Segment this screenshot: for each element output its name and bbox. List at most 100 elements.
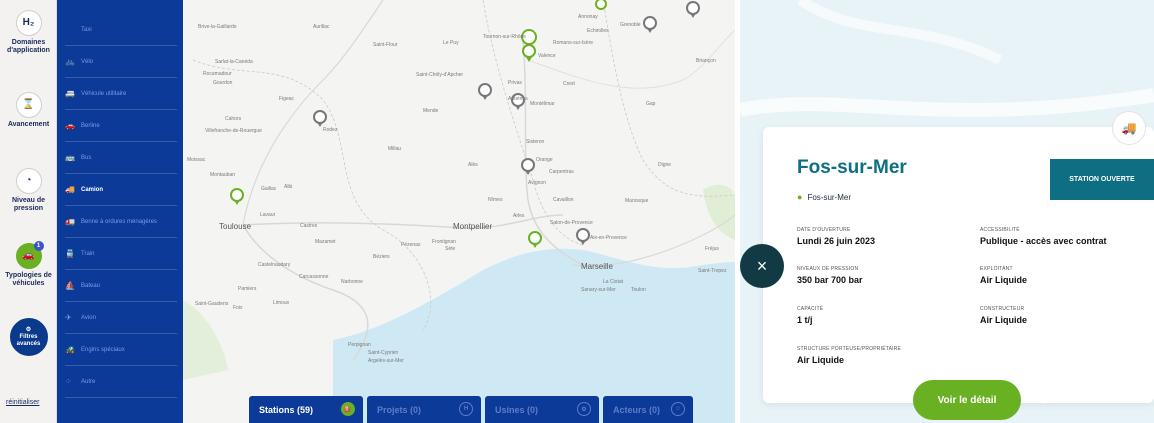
hydrogen-icon: H <box>459 402 473 416</box>
menu-item-other[interactable]: ⁘ Autre <box>65 366 177 398</box>
menu-item-train[interactable]: 🚆 Train <box>65 238 177 270</box>
plane-icon: ✈ <box>65 313 72 322</box>
city-label: Echirolles <box>587 28 609 34</box>
truck-icon[interactable]: 🚚 <box>1112 111 1146 145</box>
rail-label-progress: Avancement <box>7 121 50 128</box>
menu-item-special[interactable]: 🚜 Engins spéciaux <box>65 334 177 366</box>
region-border <box>192 59 432 331</box>
station-pin-icon: ⛽ <box>341 402 355 416</box>
menu-label: Taxi <box>81 26 92 33</box>
city-label: Béziers <box>373 254 390 260</box>
station-marker <box>643 16 657 33</box>
result-tabs: Stations (59) ⛽ Projets (0) H Usines (0)… <box>249 396 693 423</box>
field-builder: CONSTRUCTEUR Air Liquide <box>980 306 1027 325</box>
menu-item-garbage-truck[interactable]: 🚛 Benne à ordures ménagères <box>65 206 177 238</box>
menu-label: Autre <box>81 378 96 385</box>
rail-label-domains: Domaines d'application <box>7 39 50 54</box>
city-label: Avignon <box>528 180 546 186</box>
station-marker <box>230 188 244 205</box>
menu-item-taxi[interactable]: Taxi <box>65 14 177 46</box>
reset-link[interactable]: réinitialiser <box>6 399 39 406</box>
tab-label: Acteurs (0) <box>613 404 661 415</box>
city-label: Digne <box>658 162 672 168</box>
road <box>522 39 584 266</box>
city-label: Salon-de-Provence <box>550 220 593 226</box>
city-label: Fréjus <box>705 246 719 252</box>
tab-factories[interactable]: Usines (0) ⚙ <box>485 396 599 423</box>
city-label: Montélimar <box>530 101 555 107</box>
city-label: Castres <box>300 223 318 229</box>
field-operator: EXPLOITANT Air Liquide <box>980 266 1027 285</box>
city-label: Millau <box>388 146 402 152</box>
menu-item-boat[interactable]: ⛵ Bateau <box>65 270 177 302</box>
city-label: Marseille <box>581 262 614 271</box>
city-label: Nîmes <box>488 197 503 203</box>
city-label: Romans-sur-Isère <box>553 40 594 46</box>
bus-icon: 🚌 <box>65 153 75 162</box>
city-label: Cavaillon <box>553 197 574 203</box>
tab-stations[interactable]: Stations (59) ⛽ <box>249 396 363 423</box>
city-label: Narbonne <box>341 279 363 285</box>
menu-label: Bateau <box>81 282 101 289</box>
menu-item-plane[interactable]: ✈ Avion <box>65 302 177 334</box>
close-button[interactable]: × <box>740 244 784 288</box>
menu-item-truck[interactable]: 🚚 Camion <box>65 174 177 206</box>
tab-projects[interactable]: Projets (0) H <box>367 396 481 423</box>
station-marker-selected <box>528 231 542 248</box>
city-label: Saint-Flour <box>373 42 398 48</box>
tab-label: Stations (59) <box>259 404 314 415</box>
city-label: Montauban <box>210 172 236 178</box>
tab-actors[interactable]: Acteurs (0) ☺ <box>603 396 693 423</box>
rail-item-progress[interactable]: ⌛ Avancement <box>0 92 57 129</box>
map-view[interactable]: Toulouse Montpellier Marseille Valence A… <box>183 0 735 423</box>
rail-item-pressure[interactable]: ◔ Niveau de pression <box>0 168 57 213</box>
boat-icon: ⛵ <box>65 281 75 290</box>
city-label: Villefranche-de-Rouergue <box>205 128 262 134</box>
actor-icon: ☺ <box>671 402 685 416</box>
city-label: Carpentras <box>549 169 574 175</box>
hourglass-icon: ⌛ <box>15 92 42 118</box>
filter-rail: H₂ Domaines d'application ⌛ Avancement ◔… <box>0 0 57 423</box>
city-label: Aix-en-Provence <box>590 235 627 241</box>
city-label: Brive-la-Gaillarde <box>198 24 237 30</box>
advanced-filters-button[interactable]: ⚙ Filtres avancés <box>9 318 48 356</box>
city-label: Saint-Tropez <box>698 268 727 274</box>
city-label: Grenoble <box>620 22 641 28</box>
city-label: Montpellier <box>453 222 493 231</box>
tab-label: Usines (0) <box>495 404 539 415</box>
green-area <box>703 184 735 240</box>
city-label: Saint-Chély-d'Apcher <box>416 72 464 78</box>
city-label: Arles <box>513 213 525 219</box>
field-label: ACCESSIBILITÉ <box>980 227 1020 233</box>
vehicle-type-menu: Taxi 🚲 Vélo 🚐 Véhicule utilitaire 🚗 Berline… <box>57 0 183 423</box>
view-detail-button[interactable]: Voir le détail <box>913 380 1021 420</box>
city-label: Le Puy <box>443 40 459 46</box>
city-label: Aurillac <box>313 24 330 30</box>
status-badge: STATION OUVERTE <box>1050 159 1154 200</box>
city-label: Sète <box>445 246 456 252</box>
rail-item-advanced[interactable]: ⚙ Filtres avancés <box>0 318 57 359</box>
menu-item-bike[interactable]: 🚲 Vélo <box>65 46 177 78</box>
menu-label: Véhicule utilitaire <box>81 90 127 97</box>
menu-label: Berline <box>81 122 100 129</box>
city-label: Moissac <box>187 157 206 163</box>
field-value: Air Liquide <box>980 315 1027 325</box>
car-icon: 🚗 1 <box>15 241 44 269</box>
city-label: Pamiers <box>238 286 257 292</box>
menu-item-sedan[interactable]: 🚗 Berline <box>65 110 177 142</box>
close-icon: × <box>756 255 768 276</box>
city-label: Manosque <box>625 198 649 204</box>
gauge-icon: ◔ <box>15 168 42 194</box>
location-text: Fos-sur-Mer <box>807 193 851 202</box>
rail-item-domains[interactable]: H₂ Domaines d'application <box>0 10 57 55</box>
sedan-icon: 🚗 <box>65 121 75 130</box>
menu-item-bus[interactable]: 🚌 Bus <box>65 142 177 174</box>
menu-item-utility[interactable]: 🚐 Véhicule utilitaire <box>65 78 177 110</box>
field-value: Air Liquide <box>797 355 844 365</box>
rail-item-vehicles[interactable]: 🚗 1 Typologies de véhicules <box>0 241 57 288</box>
field-label: CAPACITÉ <box>797 306 824 312</box>
field-accessibility: ACCESSIBILITÉ Publique - accès avec cont… <box>980 227 1107 246</box>
city-label: Saint-Cyprien <box>368 350 399 356</box>
city-label: Albi <box>284 184 293 190</box>
menu-label: Camion <box>81 186 104 193</box>
